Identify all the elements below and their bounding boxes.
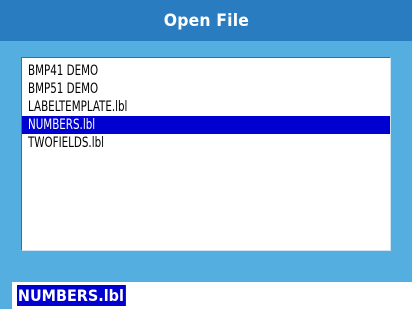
file-list-item-selected[interactable]: NUMBERS.lbl	[22, 116, 390, 134]
file-list-item[interactable]: BMP51 DEMO	[22, 80, 390, 98]
file-list-item[interactable]: LABELTEMPLATE.lbl	[22, 98, 390, 116]
filename-input[interactable]: NUMBERS.lbl	[12, 282, 412, 309]
open-file-dialog: Open File BMP41 DEMO BMP51 DEMO LABELTEM…	[0, 0, 412, 309]
file-item-label: NUMBERS.lbl	[28, 117, 96, 133]
file-list-item[interactable]: BMP41 DEMO	[22, 62, 390, 80]
title-bar: Open File	[0, 0, 412, 41]
file-item-label: BMP41 DEMO	[28, 63, 99, 79]
file-item-label: BMP51 DEMO	[28, 81, 99, 97]
file-item-label: TWOFIELDS.lbl	[28, 135, 105, 151]
file-item-label: LABELTEMPLATE.lbl	[28, 99, 128, 115]
dialog-title: Open File	[163, 10, 249, 31]
file-list[interactable]: BMP41 DEMO BMP51 DEMO LABELTEMPLATE.lbl …	[21, 57, 391, 251]
filename-selected-text: NUMBERS.lbl	[17, 285, 126, 306]
file-list-item[interactable]: TWOFIELDS.lbl	[22, 134, 390, 152]
